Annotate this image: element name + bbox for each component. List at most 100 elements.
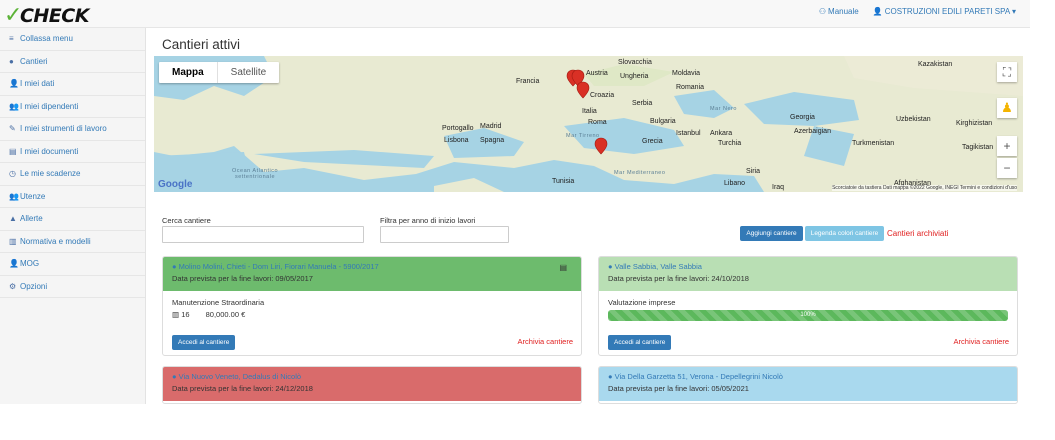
site-end-date: Data prevista per la fine lavori: 05/05/… [608,384,749,393]
map-label: Tunisia [552,178,575,185]
sidebar-item-i-miei-documenti[interactable]: ▤ I miei documenti [0,141,145,163]
map-label: Azerbaigian [794,128,831,135]
site-address[interactable]: ● Via Della Garzetta 51, Verona - Depell… [608,372,1008,381]
map-footer[interactable]: Scorciatoie da tastiera Dati mappa ©2022… [832,185,1017,191]
map-tab-mappa[interactable]: Mappa [159,62,218,83]
map-marker-icon: ● [172,262,179,271]
sidebar-item-i-miei-strumenti-di-lavoro[interactable]: ✎ I miei strumenti di lavoro [0,118,145,141]
map-marker-icon: ● [608,372,615,381]
map-label: Romania [676,84,705,91]
google-logo: Google [158,179,193,190]
archive-site-link[interactable]: Archivia cantiere [954,337,1009,346]
site-address[interactable]: ● Molino Molini, Chieti - Dom Liri, Fior… [172,262,572,271]
sidebar-item-opzioni[interactable]: ⚙ Opzioni [0,276,145,298]
map-label: Turkmenistan [852,140,895,147]
sidebar-item-i-miei-dati[interactable]: 👤 I miei dati [0,73,145,96]
user-icon: 👤 [9,79,19,89]
site-address[interactable]: ● Via Nuovo Veneto, Dedalus di Nicolò [172,372,572,381]
site-address-text: Valle Sabbia, Valle Sabbia [614,262,702,271]
building-icon: ▥ [172,310,180,319]
map-label: Georgia [790,114,815,121]
map-label: Ocean Atlantico settentrionale [231,168,279,180]
site-end-date: Data prevista per la fine lavori: 09/05/… [172,274,313,283]
sidebar-item-utenze[interactable]: 👥 Utenze [0,186,145,208]
map-label: Istanbul [676,130,701,137]
search-input[interactable] [162,226,364,243]
map-label: Ungheria [620,73,649,80]
year-filter-label: Filtra per anno di inizio lavori [380,216,476,225]
top-right-menu: ⚇ Manuale 👤 COSTRUZIONI EDILI PARETI SPA ▾ [819,7,1016,16]
color-legend-button[interactable]: Legenda colori cantiere [805,226,884,241]
main-content: Cantieri attivi Slovacchia Austria Unghe… [146,28,1030,404]
site-card-header: ● Valle Sabbia, Valle Sabbia Data previs… [599,257,1017,291]
sidebar-item-label: I miei dipendenti [20,101,79,111]
sidebar-item-mog[interactable]: 👤 MOG [0,253,145,276]
map-label: Libano [724,180,746,187]
year-filter-input[interactable] [380,226,509,243]
manual-link[interactable]: ⚇ Manuale [819,7,859,16]
site-card-body: Manutenzione Straordinaria ▥ 16 80,000.0… [163,291,581,355]
site-card-header: ● Molino Molini, Chieti - Dom Liri, Fior… [163,257,581,291]
map-view[interactable]: Slovacchia Austria Ungheria Moldavia Francia… [154,56,1023,192]
page-title: Cantieri attivi [162,37,241,52]
map-label: Kirghizistan [956,120,993,127]
site-end-date: Data prevista per la fine lavori: 24/12/… [172,384,313,393]
sidebar-item-allerte[interactable]: ▲ Allerte [0,208,145,231]
sidebar-item-cantieri[interactable]: ● Cantieri [0,51,145,73]
map-label: Uzbekistan [896,116,931,123]
map-label: Francia [516,78,540,85]
access-site-button[interactable]: Accedi al cantiere [608,335,672,350]
add-site-button[interactable]: Aggiungi cantiere [740,226,803,241]
map-label: Turchia [718,140,742,147]
sidebar-item-label: Le mie scadenze [20,169,81,179]
map-label: Croazia [590,92,615,99]
archived-sites-link[interactable]: Cantieri archiviati [887,229,948,238]
logo-text: CHECK [19,5,90,27]
top-bar: ✓CHECK ⚇ Manuale 👤 COSTRUZIONI EDILI PARET… [0,0,1030,28]
user-menu[interactable]: 👤 COSTRUZIONI EDILI PARETI SPA ▾ [873,7,1016,16]
map-label: Tagikistan [962,144,994,151]
sidebar-item-collassa-menu[interactable]: ≡ Collassa menu [0,28,145,51]
app-logo[interactable]: ✓CHECK [4,3,89,28]
progress-bar: 100% [608,310,1008,321]
map-label: Moldavia [672,70,701,77]
archive-site-link[interactable]: Archivia cantiere [518,337,573,346]
sidebar-item-i-miei-dipendenti[interactable]: 👥 I miei dipendenti [0,96,145,118]
street-view-icon[interactable]: ♟ [997,98,1017,118]
wrench-icon: ✎ [9,124,16,134]
sidebar-item-normativa-e-modelli[interactable]: ▥ Normativa e modelli [0,231,145,253]
map-label: Grecia [642,138,663,145]
map-marker-icon: ● [9,56,14,66]
progress-fill: 100% [608,310,1008,321]
clock-icon: ◷ [9,169,16,179]
site-card: ● Via Nuovo Veneto, Dedalus di Nicolò Da… [162,366,582,404]
map-label: Lisbona [444,137,469,144]
map-label: Madrid [480,123,502,130]
map-label: Austria [586,70,608,77]
site-address-text: Via Nuovo Veneto, Dedalus di Nicolò [178,372,302,381]
bell-icon: ▲ [9,214,17,224]
search-label: Cerca cantiere [162,216,211,225]
map-tab-satellite[interactable]: Satellite [218,62,280,83]
zoom-in-button[interactable]: + [997,136,1017,156]
workers-count: 16 [181,310,190,319]
access-site-button[interactable]: Accedi al cantiere [172,335,236,350]
sitemap-icon: ⚇ [818,7,827,16]
sidebar: ≡ Collassa menu ● Cantieri 👤 I miei dati 👥 I mi… [0,28,146,404]
book-icon: ▥ [9,236,17,246]
sidebar-item-le-mie-scadenze[interactable]: ◷ Le mie scadenze [0,163,145,186]
site-card: ● Via Della Garzetta 51, Verona - Depell… [598,366,1018,404]
map-label: Italia [582,108,597,115]
site-address[interactable]: ● Valle Sabbia, Valle Sabbia [608,262,1008,271]
file-icon: ▤ [9,146,17,156]
map-label: Roma [588,119,607,126]
zoom-out-button[interactable]: − [997,158,1017,178]
user-icon: 👤 [872,7,883,16]
site-stats: ▥ 16 80,000.00 € [172,310,572,319]
fullscreen-icon[interactable]: ⛶ [997,62,1017,82]
site-end-date: Data prevista per la fine lavori: 24/10/… [608,274,749,283]
document-icon[interactable]: ▤ [559,263,567,272]
gear-icon: ⚙ [9,281,17,291]
map-label: Spagna [480,137,505,144]
sidebar-item-label: I miei strumenti di lavoro [20,124,107,134]
